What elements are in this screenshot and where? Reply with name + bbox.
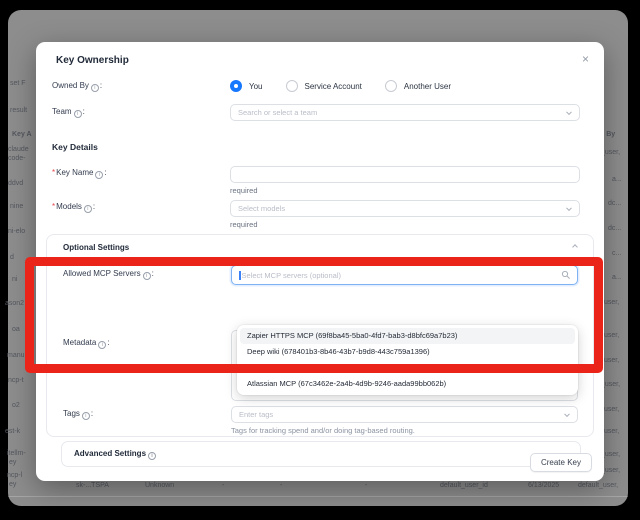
tags-select[interactable]: Enter tags [231, 406, 578, 423]
bg-table-cell: sk-...TSPA [76, 482, 109, 489]
tags-label-text: Tags [63, 409, 80, 418]
info-icon: i [91, 84, 99, 92]
advanced-settings-panel[interactable]: Advanced Settingsi [61, 441, 581, 467]
bg-row-divider [8, 496, 628, 497]
modal-title: Key Ownership [56, 55, 129, 66]
info-icon: i [84, 205, 92, 213]
mcp-servers-dropdown: Zapier HTTPS MCP (69f8ba45-5ba0-4fd7-bab… [237, 325, 578, 395]
tags-help-text: Tags for tracking spend and/or doing tag… [231, 426, 415, 435]
radio-service-account-label[interactable]: Service Account [305, 82, 362, 91]
owned-by-label: Owned Byi: [52, 81, 102, 92]
bg-table-cell: default_user_id [440, 482, 488, 489]
info-icon: i [98, 341, 106, 349]
bg-table-cell: - [365, 482, 367, 489]
models-label-text: Models [56, 202, 82, 211]
metadata-label: Metadatai: [63, 338, 110, 349]
bg-table-cell: 6/13/2025 [528, 482, 559, 489]
advanced-settings-heading-text: Advanced Settings [74, 449, 146, 458]
mcp-dropdown-option[interactable]: Databricks MCP (b8431bea-aa9f-412b-b7f5-… [240, 360, 575, 376]
optional-settings-header[interactable]: Optional Settings [47, 235, 593, 260]
owned-by-label-text: Owned By [52, 81, 89, 90]
team-select[interactable]: Search or select a team [230, 104, 580, 121]
chevron-up-icon [572, 244, 578, 250]
team-label-text: Team [52, 107, 72, 116]
chevron-down-icon [566, 109, 572, 115]
key-name-label: *Key Namei: [52, 168, 107, 179]
bg-table-cell: - [222, 482, 224, 489]
tags-label: Tagsi: [63, 409, 93, 420]
info-icon: i [148, 452, 156, 460]
key-name-label-text: Key Name [56, 168, 93, 177]
mcp-dropdown-option[interactable]: Atlassian MCP (67c3462e-2a4b-4d9b-9246-a… [240, 376, 575, 392]
mcp-servers-placeholder: Select MCP servers (optional) [242, 271, 341, 280]
radio-another-user[interactable] [385, 80, 397, 92]
metadata-label-text: Metadata [63, 338, 96, 347]
advanced-settings-heading: Advanced Settingsi [74, 449, 157, 460]
radio-you[interactable] [230, 80, 242, 92]
team-placeholder: Search or select a team [238, 108, 317, 117]
mcp-servers-label: Allowed MCP Serversi: [63, 269, 154, 280]
info-icon: i [95, 171, 103, 179]
mcp-servers-input[interactable]: Select MCP servers (optional) [231, 265, 578, 285]
key-name-required-note: required [230, 186, 258, 195]
models-placeholder: Select models [238, 204, 285, 213]
models-select[interactable]: Select models [230, 200, 580, 217]
create-key-button[interactable]: Create Key [530, 453, 592, 472]
search-icon [561, 270, 571, 280]
radio-you-label[interactable]: You [249, 82, 263, 91]
info-icon: i [143, 272, 151, 280]
info-icon: i [82, 412, 90, 420]
info-icon: i [74, 110, 82, 118]
advanced-settings-header: Advanced Settingsi [62, 442, 580, 466]
team-label: Teami: [52, 107, 85, 118]
create-key-modal: Key Ownership × Owned Byi: You Service A… [36, 42, 604, 481]
required-asterisk: * [52, 168, 55, 177]
models-required-note: required [230, 220, 258, 229]
screenshot-root: set FresultKey Aclaudecode-ddvdnineni-el… [0, 0, 640, 520]
close-icon[interactable]: × [582, 52, 589, 66]
optional-settings-heading: Optional Settings [63, 243, 129, 252]
mcp-dropdown-option[interactable]: Deep wiki (678401b3-8b46-43b7-b9d8-443c7… [240, 344, 575, 360]
radio-service-account[interactable] [286, 80, 298, 92]
key-name-input[interactable] [230, 166, 580, 183]
bg-table-cell: - [280, 482, 282, 489]
chevron-down-icon [564, 411, 570, 417]
owned-by-radio-group: You Service Account Another User [230, 78, 451, 94]
bg-table-cell: default_user, [578, 482, 618, 489]
chevron-down-icon [566, 205, 572, 211]
mcp-dropdown-option[interactable]: Zapier HTTPS MCP (69f8ba45-5ba0-4fd7-bab… [240, 328, 575, 344]
optional-settings-panel: Optional Settings Allowed MCP Serversi: … [46, 234, 594, 437]
bg-table-cell: Unknown [145, 482, 174, 489]
models-label: *Modelsi: [52, 202, 95, 213]
key-details-heading: Key Details [52, 142, 98, 152]
tags-placeholder: Enter tags [239, 410, 273, 419]
radio-another-user-label[interactable]: Another User [404, 82, 451, 91]
mcp-servers-label-text: Allowed MCP Servers [63, 269, 141, 278]
text-caret [239, 271, 241, 280]
required-asterisk: * [52, 202, 55, 211]
